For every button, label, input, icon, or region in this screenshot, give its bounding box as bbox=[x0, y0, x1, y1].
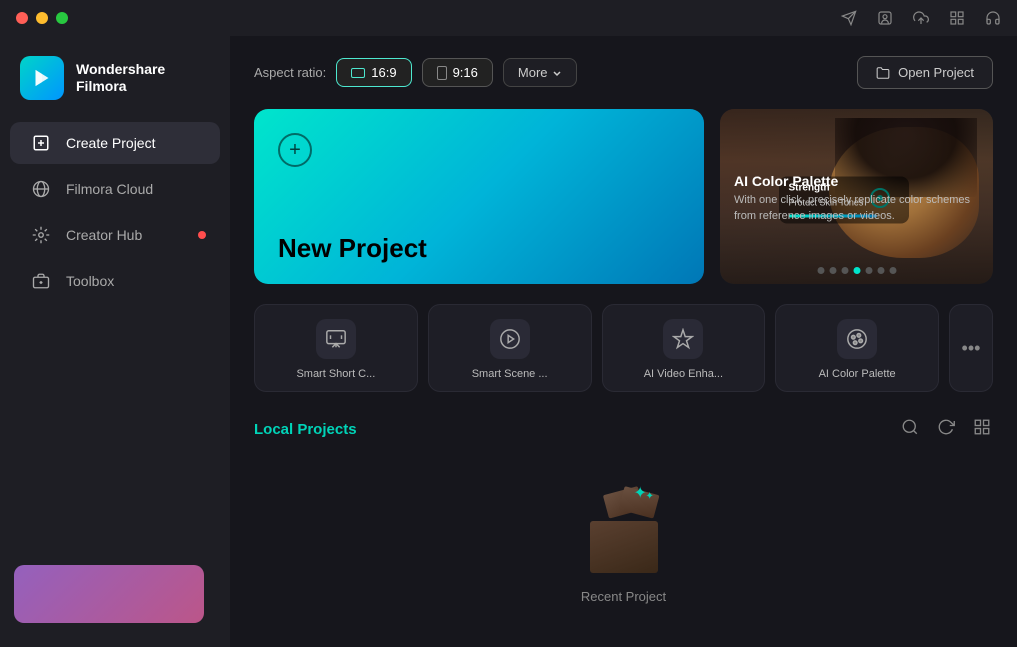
create-project-icon bbox=[30, 134, 52, 152]
ai-tools-row: Smart Short C... Smart Scene ... AI Vide… bbox=[254, 304, 993, 392]
creator-hub-notification-dot bbox=[198, 231, 206, 239]
ai-color-palette-label: AI Color Palette bbox=[819, 367, 896, 381]
header-actions bbox=[899, 416, 993, 443]
empty-state: ✦ ✦ Recent Project bbox=[254, 463, 993, 614]
tools-more-icon: ••• bbox=[962, 338, 981, 359]
sidebar-item-filmora-cloud[interactable]: Filmora Cloud bbox=[10, 168, 220, 210]
cloud-upload-icon[interactable] bbox=[913, 10, 929, 26]
feature-card-dots bbox=[817, 267, 896, 274]
toolbar: Aspect ratio: 16:9 9:16 More Open Projec… bbox=[254, 56, 993, 89]
tool-ai-color-palette[interactable]: AI Color Palette bbox=[775, 304, 939, 392]
smart-short-clip-icon bbox=[316, 319, 356, 359]
smart-short-clip-label: Smart Short C... bbox=[296, 367, 375, 381]
sidebar: Wondershare Filmora Create Project Filmo… bbox=[0, 36, 230, 647]
avatar-preview[interactable] bbox=[14, 565, 204, 623]
local-projects-header: Local Projects bbox=[254, 416, 993, 443]
headset-icon[interactable] bbox=[985, 10, 1001, 26]
empty-state-label: Recent Project bbox=[581, 589, 666, 604]
smart-scene-label: Smart Scene ... bbox=[472, 367, 548, 381]
feature-card[interactable]: Strength Protect Skin Tones AI Color Pal… bbox=[720, 109, 993, 284]
sidebar-item-create-project[interactable]: Create Project bbox=[10, 122, 220, 164]
box-body bbox=[590, 521, 658, 573]
search-projects-button[interactable] bbox=[899, 416, 921, 443]
create-project-label: Create Project bbox=[66, 135, 155, 151]
share-icon[interactable] bbox=[841, 10, 857, 26]
close-button[interactable] bbox=[16, 12, 28, 24]
dot-1 bbox=[817, 267, 824, 274]
filmora-cloud-icon bbox=[30, 180, 52, 198]
toolbox-label: Toolbox bbox=[66, 273, 114, 289]
tool-smart-scene[interactable]: Smart Scene ... bbox=[428, 304, 592, 392]
local-projects-title: Local Projects bbox=[254, 421, 357, 438]
new-project-plus-icon: + bbox=[278, 133, 312, 167]
aspect-ratio-label: Aspect ratio: bbox=[254, 65, 326, 80]
feature-info: AI Color Palette With one click, precise… bbox=[734, 173, 979, 224]
new-project-card[interactable]: + New Project bbox=[254, 109, 704, 284]
grid-view-button[interactable] bbox=[971, 416, 993, 443]
more-aspect-ratios-button[interactable]: More bbox=[503, 58, 577, 87]
creator-hub-label: Creator Hub bbox=[66, 227, 142, 243]
creator-hub-icon bbox=[30, 226, 52, 244]
dot-2 bbox=[829, 267, 836, 274]
refresh-projects-button[interactable] bbox=[935, 416, 957, 443]
empty-box-illustration: ✦ ✦ bbox=[574, 483, 674, 573]
sparkle-small-icon: ✦ bbox=[646, 491, 654, 502]
cards-row: + New Project Strength Protect Skin Tone… bbox=[254, 109, 993, 284]
app-name: Wondershare Filmora bbox=[76, 61, 165, 95]
smart-scene-icon bbox=[490, 319, 530, 359]
aspect-ratio-16-9-button[interactable]: 16:9 bbox=[336, 58, 411, 87]
filmora-cloud-label: Filmora Cloud bbox=[66, 181, 153, 197]
window-controls[interactable] bbox=[16, 12, 68, 24]
dot-4 bbox=[853, 267, 860, 274]
maximize-button[interactable] bbox=[56, 12, 68, 24]
title-bar-actions bbox=[841, 10, 1001, 26]
aspect-ratio-group: Aspect ratio: 16:9 9:16 More bbox=[254, 58, 577, 87]
tool-ai-video-enhance[interactable]: AI Video Enha... bbox=[602, 304, 766, 392]
new-project-title: New Project bbox=[278, 233, 427, 264]
logo-icon bbox=[20, 56, 64, 100]
app-logo: Wondershare Filmora bbox=[0, 48, 230, 120]
dot-6 bbox=[877, 267, 884, 274]
dot-5 bbox=[865, 267, 872, 274]
tool-smart-short-clip[interactable]: Smart Short C... bbox=[254, 304, 418, 392]
ai-video-enhance-icon bbox=[663, 319, 703, 359]
tools-more-button[interactable]: ••• bbox=[949, 304, 993, 392]
ai-color-palette-icon bbox=[837, 319, 877, 359]
person-badge-icon[interactable] bbox=[877, 10, 893, 26]
toolbox-icon bbox=[30, 272, 52, 290]
sidebar-item-toolbox[interactable]: Toolbox bbox=[10, 260, 220, 302]
sidebar-bottom bbox=[0, 553, 230, 635]
title-bar bbox=[0, 0, 1017, 36]
main-content: Aspect ratio: 16:9 9:16 More Open Projec… bbox=[230, 36, 1017, 647]
minimize-button[interactable] bbox=[36, 12, 48, 24]
open-project-button[interactable]: Open Project bbox=[857, 56, 993, 89]
grid-icon[interactable] bbox=[949, 10, 965, 26]
aspect-ratio-9-16-button[interactable]: 9:16 bbox=[422, 58, 493, 87]
dot-3 bbox=[841, 267, 848, 274]
ai-video-enhance-label: AI Video Enha... bbox=[644, 367, 723, 381]
dot-7 bbox=[889, 267, 896, 274]
sidebar-item-creator-hub[interactable]: Creator Hub bbox=[10, 214, 220, 256]
